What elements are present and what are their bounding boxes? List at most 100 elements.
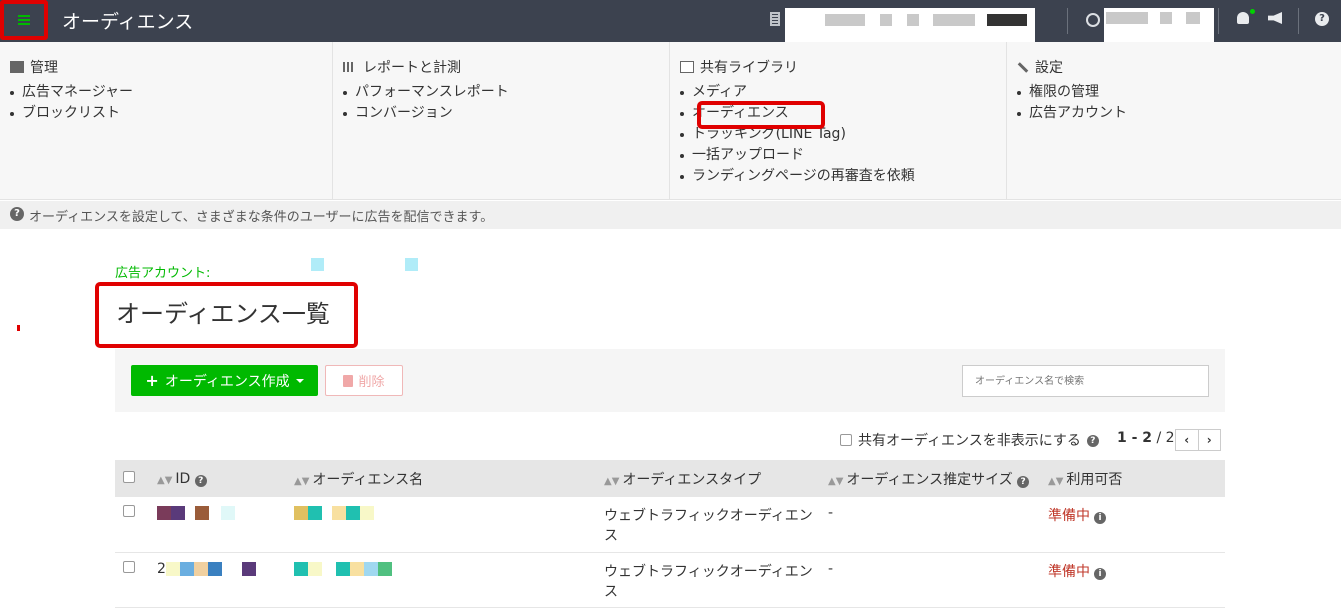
sort-icon: ▲▼	[828, 475, 844, 487]
question-icon[interactable]: ?	[1017, 475, 1030, 488]
sort-icon: ▲▼	[157, 474, 173, 486]
menu-item-media[interactable]: メディア	[680, 82, 1006, 103]
menu-column-title: 共有ライブラリ	[700, 60, 798, 76]
sort-icon: ▲▼	[1048, 475, 1064, 487]
pager-range: 1 - 2	[1117, 430, 1153, 446]
menu-column-settings: 設定 権限の管理 広告アカウント	[1007, 42, 1341, 200]
plus-icon: +	[145, 371, 159, 390]
hide-shared-filter[interactable]: 共有オーディエンスを非表示にする ?	[840, 430, 1099, 450]
trash-icon	[343, 374, 354, 387]
audience-name-cell[interactable]	[286, 497, 596, 553]
divider	[1298, 8, 1299, 34]
ad-account-label: 広告アカウント:	[115, 266, 211, 281]
audience-id-cell	[149, 497, 286, 553]
status-badge: 準備中	[1048, 563, 1090, 580]
create-audience-label: オーディエンス作成	[164, 373, 290, 390]
help-icon[interactable]: ?	[1315, 12, 1329, 26]
delete-label: 削除	[358, 375, 385, 390]
hamburger-menu-icon	[18, 15, 30, 25]
redacted-id	[157, 506, 171, 520]
user-name[interactable]	[1104, 8, 1214, 42]
bell-icon[interactable]	[1237, 12, 1249, 24]
audience-size-cell: -	[820, 497, 1040, 553]
info-icon[interactable]: i	[1094, 567, 1106, 580]
menu-column-title: 設定	[1035, 60, 1063, 76]
info-notice: ? オーディエンスを設定して、さまざまな条件のユーザーに広告を配信できます。	[0, 201, 1341, 229]
pager-total: / 2	[1156, 430, 1175, 446]
column-header-label: オーディエンス名	[312, 471, 424, 488]
top-bar: オーディエンス ?	[0, 0, 1341, 42]
hamburger-menu-button[interactable]	[0, 0, 48, 40]
audience-id-cell: 2	[149, 552, 286, 608]
account-id-redacted	[405, 258, 418, 271]
bank-icon	[10, 61, 24, 73]
row-checkbox[interactable]	[123, 560, 135, 573]
menu-item-permissions[interactable]: 権限の管理	[1017, 82, 1341, 103]
divider	[1067, 8, 1068, 34]
delete-button[interactable]: 削除	[325, 365, 403, 396]
notification-dot	[1250, 9, 1255, 14]
table-row[interactable]: ウェブトラフィックオーディエンス - 準備中 i	[115, 497, 1225, 553]
menu-column-reports: レポートと計測 パフォーマンスレポート コンバージョン	[333, 42, 670, 200]
column-header-label: 利用可否	[1066, 471, 1123, 488]
column-header-name[interactable]: ▲▼ オーディエンス名	[286, 460, 596, 497]
user-icon[interactable]	[1086, 13, 1100, 27]
question-icon[interactable]: ?	[1086, 434, 1099, 447]
menu-item-block-list[interactable]: ブロックリスト	[10, 103, 332, 124]
notice-text: オーディエンスを設定して、さまざまな条件のユーザーに広告を配信できます。	[29, 210, 494, 225]
select-all-cell	[115, 460, 149, 497]
column-header-id[interactable]: ▲▼ ID ?	[149, 460, 286, 497]
hide-shared-checkbox[interactable]	[840, 434, 852, 446]
audience-id-text: 2	[157, 560, 166, 577]
select-all-checkbox[interactable]	[123, 470, 135, 483]
table-header-row: ▲▼ ID ? ▲▼ オーディエンス名 ▲▼ オーディエンスタイプ ▲▼ オーディエンス…	[115, 460, 1225, 497]
sort-icon: ▲▼	[604, 475, 620, 487]
menu-item-ad-accounts[interactable]: 広告アカウント	[1017, 103, 1341, 124]
account-name-redacted	[311, 258, 324, 271]
info-icon[interactable]: i	[1094, 512, 1106, 524]
menu-item-ad-manager[interactable]: 広告マネージャー	[10, 82, 332, 103]
toolbar: + オーディエンス作成 削除	[115, 349, 1225, 412]
column-header-availability[interactable]: ▲▼ 利用可否	[1040, 460, 1225, 497]
audience-name-cell[interactable]	[286, 552, 596, 608]
question-icon[interactable]: ?	[194, 474, 207, 487]
row-checkbox[interactable]	[123, 505, 135, 517]
availability-cell: 準備中 i	[1040, 497, 1225, 553]
megaphone-icon[interactable]	[1268, 12, 1282, 24]
highlight-audience-menu	[697, 101, 825, 129]
mega-menu: 管理 広告マネージャー ブロックリスト レポートと計測 パフォーマンスレポート …	[0, 42, 1341, 200]
audience-table: ▲▼ ID ? ▲▼ オーディエンス名 ▲▼ オーディエンスタイプ ▲▼ オーディエンス…	[115, 460, 1225, 608]
question-icon: ?	[10, 207, 24, 221]
image-icon	[680, 61, 694, 73]
column-header-label: オーディエンス推定サイズ	[846, 471, 1013, 488]
menu-column-title: レポートと計測	[363, 60, 461, 76]
menu-item-performance-report[interactable]: パフォーマンスレポート	[343, 82, 669, 103]
column-header-label: オーディエンスタイプ	[622, 471, 762, 488]
audience-search-input[interactable]	[962, 365, 1209, 397]
row-select-cell	[115, 552, 149, 608]
bar-chart-icon	[343, 62, 357, 72]
menu-item-bulk-upload[interactable]: 一括アップロード	[680, 145, 1006, 166]
prev-page-button[interactable]: ‹	[1176, 430, 1198, 450]
audience-size-cell: -	[820, 552, 1040, 608]
sort-icon: ▲▼	[294, 475, 310, 487]
annotation-mark	[17, 325, 20, 331]
app-title: オーディエンス	[62, 11, 194, 33]
pager-summary: 1 - 2 / 2	[1117, 430, 1175, 446]
column-header-size[interactable]: ▲▼ オーディエンス推定サイズ ?	[820, 460, 1040, 497]
menu-item-landing-page-review[interactable]: ランディングページの再審査を依頼	[680, 166, 1006, 187]
hide-shared-label: 共有オーディエンスを非表示にする	[858, 433, 1081, 449]
building-icon[interactable]	[770, 12, 780, 26]
highlight-page-title	[95, 282, 358, 348]
row-select-cell	[115, 497, 149, 553]
next-page-button[interactable]: ›	[1197, 430, 1221, 450]
redacted-name	[294, 506, 308, 520]
account-selector[interactable]	[785, 8, 1035, 42]
column-header-type[interactable]: ▲▼ オーディエンスタイプ	[596, 460, 820, 497]
menu-column-management: 管理 広告マネージャー ブロックリスト	[0, 42, 333, 200]
create-audience-button[interactable]: + オーディエンス作成	[131, 365, 318, 396]
table-row[interactable]: 2 ウェブトラフィックオーディエンス - 準備中 i	[115, 552, 1225, 608]
pager-controls: ‹ ›	[1175, 429, 1221, 451]
menu-item-conversion[interactable]: コンバージョン	[343, 103, 669, 124]
column-header-label: ID	[175, 470, 191, 487]
